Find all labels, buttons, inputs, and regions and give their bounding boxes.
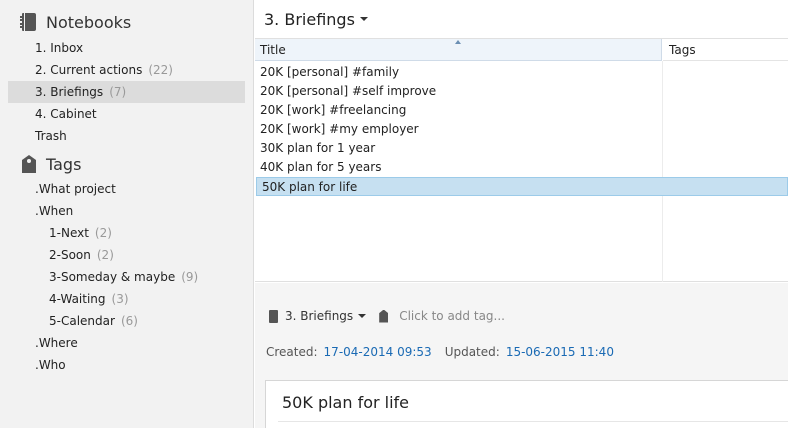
note-row[interactable]: 20K [personal] #family [255,62,788,81]
sidebar-tag-who[interactable]: .Who [35,354,72,376]
note-row[interactable]: 20K [work] #freelancing [255,100,788,119]
note-row[interactable]: 30K plan for 1 year [255,138,788,157]
note-editor[interactable]: 50K plan for life [265,380,788,428]
tag-icon [379,309,389,323]
note-title-input[interactable]: 50K plan for life [282,393,409,412]
chevron-down-icon [358,314,367,318]
note-list: Title Tags 20K [personal] #family 20K [p… [255,38,788,282]
notebooks-header[interactable]: Notebooks [20,10,132,34]
notebook-title: 3. Briefings [264,9,355,29]
sidebar-item-briefings[interactable]: 3. Briefings (7) [8,81,245,103]
tags-label: Tags [46,154,82,174]
note-row[interactable]: 20K [work] #my employer [255,119,788,138]
sidebar-item-inbox[interactable]: 1. Inbox [35,37,89,59]
notebooks-label: Notebooks [46,12,132,32]
sidebar-item-trash[interactable]: Trash [35,125,73,147]
sidebar-tag-waiting[interactable]: 4-Waiting (3) [49,288,129,310]
sort-ascending-icon [455,40,461,44]
sidebar: Notebooks 1. Inbox 2. Current actions (2… [0,0,254,428]
created-label: Created: [266,345,318,359]
add-tag-field[interactable]: Click to add tag... [399,309,505,323]
tags-header[interactable]: Tags [22,152,81,176]
note-row[interactable]: 20K [personal] #self improve [255,81,788,100]
notebook-title-dropdown[interactable]: 3. Briefings [264,8,368,30]
note-notebook-selector[interactable]: 3. Briefings [285,309,367,323]
note-meta-line: 3. Briefings Click to add tag... [269,307,505,325]
sidebar-tag-when[interactable]: .When [35,200,79,222]
tag-icon [22,155,36,173]
sidebar-tag-someday-maybe[interactable]: 3-Someday & maybe (9) [49,266,198,288]
created-value[interactable]: 17-04-2014 09:53 [324,345,432,359]
column-header-title[interactable]: Title [255,39,662,61]
sidebar-tag-calendar[interactable]: 5-Calendar (6) [49,310,138,332]
sidebar-tag-next[interactable]: 1-Next (2) [49,222,112,244]
main-pane: 3. Briefings Title Tags 20K [personal] #… [255,0,788,428]
chevron-down-icon [359,17,368,21]
sidebar-item-cabinet[interactable]: 4. Cabinet [35,103,103,125]
note-meta-panel: 3. Briefings Click to add tag... Created… [255,283,788,428]
note-dates: Created: 17-04-2014 09:53 Updated: 15-06… [266,343,614,361]
column-header-tags[interactable]: Tags [663,39,788,61]
updated-value[interactable]: 15-06-2015 11:40 [506,345,614,359]
title-divider [278,421,788,422]
notebook-icon [269,309,278,323]
sidebar-tag-what-project[interactable]: .What project [35,178,122,200]
note-row-selected[interactable]: 50K plan for life [256,177,788,196]
sidebar-tag-where[interactable]: .Where [35,332,84,354]
notebook-icon [20,13,36,31]
note-row[interactable]: 40K plan for 5 years [255,157,788,176]
sidebar-tag-soon[interactable]: 2-Soon (2) [49,244,114,266]
updated-label: Updated: [444,345,500,359]
sidebar-item-current-actions[interactable]: 2. Current actions (22) [35,59,173,81]
